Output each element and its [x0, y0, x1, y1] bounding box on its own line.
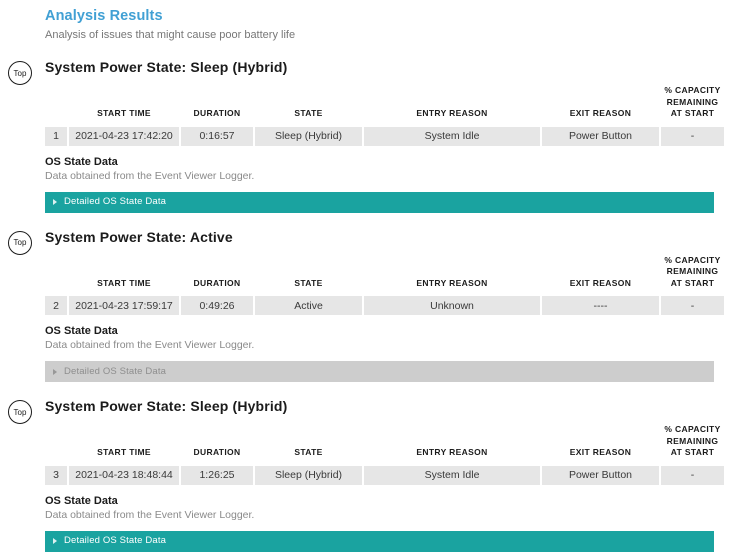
- cell-exit-reason: ----: [542, 296, 659, 315]
- os-state-data-subtitle-1: Data obtained from the Event Viewer Logg…: [45, 169, 255, 182]
- cell-start-time: 2021-04-23 17:59:17: [69, 296, 179, 315]
- col-header-start-time: START TIME: [97, 447, 151, 457]
- os-state-data-title-2: OS State Data: [45, 325, 118, 337]
- col-header-duration: DURATION: [193, 277, 241, 288]
- capacity-line-1: % CAPACITY: [664, 254, 721, 265]
- power-state-table-1: START TIME DURATION STATE ENTRY REASON E…: [43, 83, 726, 146]
- cell-entry-reason: System Idle: [364, 126, 540, 146]
- capacity-line-2: REMAINING: [666, 96, 719, 107]
- cell-entry-reason: System Idle: [364, 465, 540, 485]
- col-header-start-time: START TIME: [97, 108, 151, 118]
- cell-index: 3: [45, 465, 67, 485]
- top-anchor-label: Top: [13, 68, 27, 78]
- cell-duration: 0:16:57: [181, 126, 253, 146]
- section-heading-2: System Power State: Active: [45, 228, 233, 245]
- col-header-exit-reason: EXIT REASON: [569, 277, 632, 288]
- detailed-os-state-data-toggle-1[interactable]: Detailed OS State Data: [45, 191, 714, 213]
- section-heading-3: System Power State: Sleep (Hybrid): [45, 398, 288, 414]
- table-header-row: START TIME DURATION STATE ENTRY REASON E…: [45, 83, 724, 127]
- col-header-exit-reason: EXIT REASON: [569, 447, 632, 457]
- power-state-section-3: Top System Power State: Sleep (Hybrid) S…: [0, 396, 750, 552]
- cell-exit-reason: Power Button: [542, 465, 659, 485]
- os-state-data-subtitle-2: Data obtained from the Event Viewer Logg…: [45, 339, 255, 351]
- cell-index: 1: [45, 126, 67, 146]
- page-subtitle: Analysis of issues that might cause poor…: [45, 29, 296, 41]
- col-header-exit-reason: EXIT REASON: [569, 108, 632, 118]
- col-header-capacity-remaining: % CAPACITY REMAINING AT START: [661, 422, 724, 466]
- expand-triangle-icon: [53, 538, 57, 544]
- table-row: 1 2021-04-23 17:42:20 0:16:57 Sleep (Hyb…: [45, 126, 724, 146]
- col-header-index: [45, 422, 67, 466]
- top-anchor-label: Top: [13, 238, 27, 247]
- cell-state: Active: [255, 296, 362, 315]
- capacity-line-3: AT START: [670, 277, 715, 288]
- cell-capacity-remaining: -: [661, 465, 724, 485]
- cell-duration: 0:49:26: [181, 296, 253, 315]
- expand-triangle-icon: [53, 199, 57, 205]
- page-title: Analysis Results: [45, 8, 163, 24]
- cell-start-time: 2021-04-23 18:48:44: [69, 465, 179, 485]
- cell-state: Sleep (Hybrid): [255, 465, 362, 485]
- detailed-os-state-data-toggle-3[interactable]: Detailed OS State Data: [45, 530, 714, 552]
- col-header-duration: DURATION: [193, 447, 241, 457]
- detailed-os-state-data-label: Detailed OS State Data: [64, 535, 167, 546]
- capacity-line-3: AT START: [670, 108, 715, 118]
- detailed-os-state-data-toggle-2[interactable]: Detailed OS State Data: [45, 361, 714, 382]
- cell-exit-reason: Power Button: [542, 126, 659, 146]
- capacity-line-3: AT START: [670, 447, 715, 457]
- col-header-capacity-remaining: % CAPACITY REMAINING AT START: [661, 83, 724, 127]
- report-header: Analysis Results Analysis of issues that…: [0, 0, 750, 43]
- table-header-row: START TIME DURATION STATE ENTRY REASON E…: [45, 422, 724, 466]
- power-state-section-1: Top System Power State: Sleep (Hybrid) S…: [0, 57, 750, 213]
- expand-triangle-icon: [53, 368, 57, 375]
- top-anchor-button-2[interactable]: Top: [8, 230, 32, 255]
- col-header-duration: DURATION: [193, 108, 241, 118]
- top-anchor-label: Top: [13, 407, 27, 417]
- battery-report-page: Analysis Results Analysis of issues that…: [0, 0, 750, 552]
- detailed-os-state-data-label: Detailed OS State Data: [64, 365, 167, 377]
- table-header-row: START TIME DURATION STATE ENTRY REASON E…: [45, 253, 724, 297]
- capacity-line-1: % CAPACITY: [664, 424, 721, 434]
- table-row: 3 2021-04-23 18:48:44 1:26:25 Sleep (Hyb…: [45, 465, 724, 485]
- cell-index: 2: [45, 296, 67, 315]
- capacity-line-2: REMAINING: [666, 435, 719, 446]
- power-state-table-3: START TIME DURATION STATE ENTRY REASON E…: [43, 422, 726, 485]
- col-header-state: STATE: [294, 108, 323, 118]
- cell-state: Sleep (Hybrid): [255, 126, 362, 146]
- capacity-line-2: REMAINING: [666, 266, 719, 276]
- os-state-data-title-1: OS State Data: [45, 155, 118, 168]
- col-header-index: [45, 83, 67, 127]
- cell-duration: 1:26:25: [181, 465, 253, 485]
- detailed-os-state-data-label: Detailed OS State Data: [64, 196, 167, 207]
- col-header-entry-reason: ENTRY REASON: [416, 277, 488, 288]
- col-header-entry-reason: ENTRY REASON: [416, 108, 488, 118]
- power-state-table-2: START TIME DURATION STATE ENTRY REASON E…: [43, 253, 726, 315]
- col-header-entry-reason: ENTRY REASON: [416, 447, 488, 457]
- cell-start-time: 2021-04-23 17:42:20: [69, 126, 179, 146]
- col-header-start-time: START TIME: [97, 277, 151, 288]
- cell-capacity-remaining: -: [661, 126, 724, 146]
- power-state-section-2: Top System Power State: Active START TIM…: [0, 227, 750, 382]
- section-heading-1: System Power State: Sleep (Hybrid): [45, 59, 288, 75]
- cell-entry-reason: Unknown: [364, 296, 540, 315]
- top-anchor-button-1[interactable]: Top: [8, 61, 32, 85]
- col-header-index: [45, 253, 67, 297]
- os-state-data-title-3: OS State Data: [45, 494, 118, 507]
- col-header-state: STATE: [294, 447, 323, 457]
- table-row: 2 2021-04-23 17:59:17 0:49:26 Active Unk…: [45, 296, 724, 315]
- col-header-state: STATE: [294, 277, 323, 288]
- top-anchor-button-3[interactable]: Top: [8, 400, 32, 424]
- capacity-line-1: % CAPACITY: [664, 85, 721, 95]
- cell-capacity-remaining: -: [661, 296, 724, 315]
- col-header-capacity-remaining: % CAPACITY REMAINING AT START: [661, 253, 724, 297]
- os-state-data-subtitle-3: Data obtained from the Event Viewer Logg…: [45, 508, 255, 521]
